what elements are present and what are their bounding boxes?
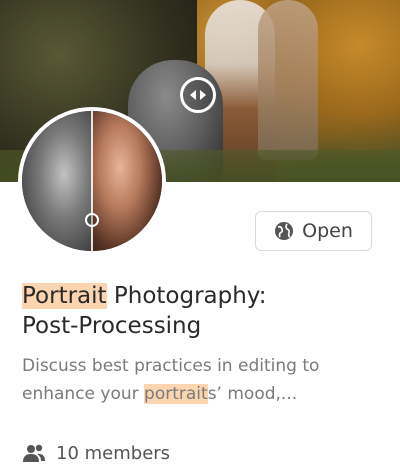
avatar-before-half [22,111,92,251]
title-highlight: Portrait [22,283,107,309]
open-button-label: Open [302,220,353,242]
description-part2: s’ mood,... [207,384,298,404]
avatar [18,107,166,255]
cover-figure [258,0,318,160]
open-button[interactable]: Open [255,211,372,251]
group-description: Discuss best practices in editing to enh… [22,352,382,408]
avatar-compare-handle[interactable] [85,213,99,227]
member-count-label: 10 members [56,442,171,464]
avatar-compare-divider [91,111,93,251]
compare-arrows-icon [190,90,206,100]
group-title[interactable]: Portrait Photography: Post-Processing [22,281,382,341]
title-line2: Post-Processing [22,313,202,339]
people-icon [23,444,45,462]
globe-icon [275,222,294,240]
title-line1-rest: Photography: [106,283,267,309]
group-card[interactable]: Open Portrait Photography: Post-Processi… [0,0,400,473]
avatar-after-half [92,111,162,251]
compare-slider-handle[interactable] [180,77,216,113]
member-count: 10 members [22,440,170,466]
description-highlight: portrait [144,384,208,404]
